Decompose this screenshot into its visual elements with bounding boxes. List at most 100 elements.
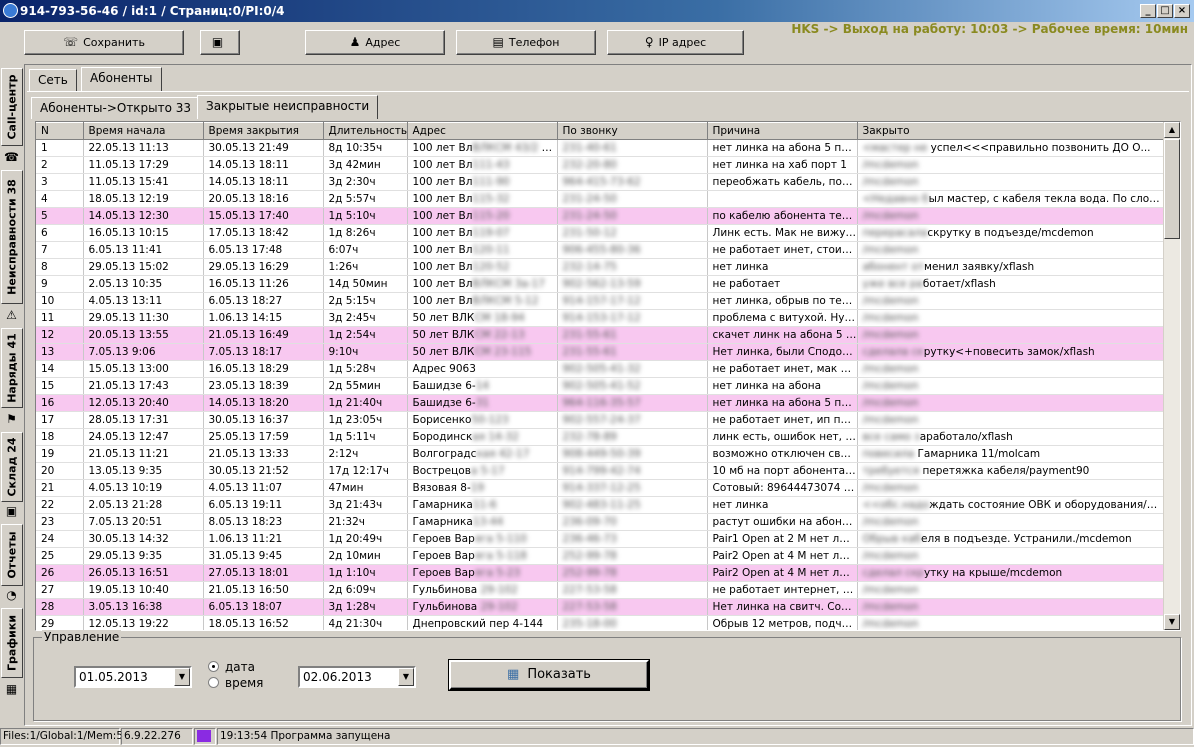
table-row[interactable]: 16 12.05.13 20:40 14.05.13 18:20 1д 21:40ч Б… [36,394,1165,412]
cell-reason-text: растут ошибки на абонен... [712,516,857,528]
cell-n: 8 [36,258,84,276]
cell-closed: /mcdemon [857,598,1165,616]
save-icon: ☏ [63,35,79,49]
cell-duration: 1д 20:49ч [323,530,408,548]
radio-time[interactable]: время [208,676,263,690]
cell-n: 18 [36,428,84,446]
cell-duration: 1д 1:10ч [323,564,408,582]
table-row[interactable]: 5 14.05.13 12:30 15.05.13 17:40 1д 5:10ч 100… [36,207,1165,225]
table-row[interactable]: 21 4.05.13 10:19 4.05.13 11:07 47мин Вязовая… [36,479,1165,497]
calendar-icon: ▦ [507,667,520,682]
vtab-charts[interactable]: Графики [1,608,23,678]
vtab-reports[interactable]: Отчеты [1,524,23,586]
cell-address: Адрес 9063 [407,360,558,378]
cell-start: 18.05.13 12:19 [83,190,204,208]
phone-button[interactable]: ▤ Телефон [456,30,596,55]
table-row[interactable]: 15 21.05.13 17:43 23.05.13 18:39 2д 55мин Ба… [36,377,1165,395]
column-header[interactable]: Длительность [323,122,408,140]
tab-open-faults[interactable]: Абоненты->Открыто 33 [31,97,201,119]
table-row[interactable]: 17 28.05.13 17:31 30.05.13 16:37 1д 23:05ч Б… [36,411,1165,429]
date-from-combo[interactable]: 01.05.2013 ▼ [74,666,192,688]
cell-address-text: ВЛКСМ 3а-17 [472,278,545,290]
cell-start-text: 30.05.13 14:32 [88,533,169,545]
table-row[interactable]: 23 7.05.13 20:51 8.05.13 18:23 21:32ч Гамарн… [36,513,1165,531]
vertical-scrollbar[interactable]: ▲ ▼ [1163,122,1180,630]
vtab-faults[interactable]: Неисправности 38 [1,170,23,304]
tool-button[interactable]: ▣ [200,30,240,55]
vtab-orders[interactable]: Наряды 41 [1,328,23,408]
radio-date[interactable]: дата [208,660,255,674]
table-row[interactable]: 20 13.05.13 9:35 30.05.13 21:52 17д 12:17ч В… [36,462,1165,480]
address-button[interactable]: ♟ Адрес [305,30,445,55]
column-header[interactable]: Закрыто [857,122,1165,140]
column-header[interactable]: Время начала [83,122,204,140]
table-row[interactable]: 7 6.05.13 11:41 6.05.13 17:48 6:07ч 100 лет … [36,241,1165,259]
vtab-warehouse[interactable]: Склад 24 [1,432,23,502]
table-row[interactable]: 14 15.05.13 13:00 16.05.13 18:29 1д 5:28ч Ад… [36,360,1165,378]
cell-closed: /mcdemon [857,513,1165,531]
table-row[interactable]: 11 29.05.13 11:30 1.06.13 14:15 3д 2:45ч 50 … [36,309,1165,327]
tab-subscribers[interactable]: Абоненты [81,67,162,91]
cell-n: 22 [36,496,84,514]
radio-time-dot[interactable] [208,677,219,688]
cell-address-text: Бородинск [412,431,473,443]
tab-closed-faults[interactable]: Закрытые неисправности [197,95,379,119]
column-header[interactable]: Адрес [407,122,558,140]
table-row[interactable]: 26 26.05.13 16:51 27.05.13 18:01 1д 1:10ч Ге… [36,564,1165,582]
table-row[interactable]: 18 24.05.13 12:47 25.05.13 17:59 1д 5:11ч Бо… [36,428,1165,446]
table-row[interactable]: 25 29.05.13 9:35 31.05.13 9:45 2д 10мин Геро… [36,547,1165,565]
scroll-down-arrow[interactable]: ▼ [1164,614,1180,630]
save-button[interactable]: ☏ Сохранить [24,30,184,55]
cell-address: 50 лет ВЛКСМ 23-115 [407,343,558,361]
table-row[interactable]: 28 3.05.13 16:38 6.05.13 18:07 3д 1:28ч Гуль… [36,598,1165,616]
table-row[interactable]: 9 2.05.13 10:35 16.05.13 11:26 14д 50мин 100… [36,275,1165,293]
table-row[interactable]: 4 18.05.13 12:19 20.05.13 18:16 2д 5:57ч 100… [36,190,1165,208]
table-row[interactable]: 10 4.05.13 13:11 6.05.13 18:27 2д 5:15ч 100 … [36,292,1165,310]
table-row[interactable]: 24 30.05.13 14:32 1.06.13 11:21 1д 20:49ч Ге… [36,530,1165,548]
ip-address-button[interactable]: ♀ IP адрес [607,30,744,55]
column-header[interactable]: Причина [707,122,858,140]
cell-end: 20.05.13 18:16 [203,190,324,208]
column-header[interactable]: По звонку [557,122,708,140]
table-row[interactable]: 22 2.05.13 21:28 6.05.13 19:11 3д 21:43ч Гам… [36,496,1165,514]
chevron-down-icon[interactable]: ▼ [398,668,414,686]
chevron-down-icon[interactable]: ▼ [174,668,190,686]
radio-date-dot[interactable] [208,661,219,672]
faults-grid[interactable]: N Время начала Время закрытия Длительность А… [35,121,1181,631]
show-button[interactable]: ▦ Показать [448,659,650,691]
cell-duration: 1д 5:10ч [323,207,408,225]
table-row[interactable]: 8 29.05.13 15:02 29.05.13 16:29 1:26ч 100 ле… [36,258,1165,276]
table-row[interactable]: 2 11.05.13 17:29 14.05.13 18:11 3д 42мин 100… [36,156,1165,174]
cell-address-text: Адрес 9063 [412,363,476,375]
table-row[interactable]: 6 16.05.13 10:15 17.05.13 18:42 1д 8:26ч 100… [36,224,1165,242]
table-row[interactable]: 1 22.05.13 11:13 30.05.13 21:49 8д 10:35ч 10… [36,139,1165,157]
close-button[interactable]: × [1174,4,1190,18]
scroll-up-arrow[interactable]: ▲ [1164,122,1180,138]
status-bar: Files:1/Global:1/Mem:5 6.9.22.276 19:13:… [0,726,1194,746]
cell-end-text: 14.05.13 18:11 [208,159,289,171]
maximize-button[interactable]: □ [1157,4,1173,18]
tab-network[interactable]: Сеть [29,69,77,91]
cell-call: 914-799-42-74 [557,462,708,480]
cell-n: 24 [36,530,84,548]
scroll-thumb[interactable] [1164,139,1180,239]
cell-n-text: 15 [41,380,55,392]
column-header[interactable]: Время закрытия [203,122,324,140]
date-to-combo[interactable]: 02.06.2013 ▼ [298,666,416,688]
table-row[interactable]: 29 12.05.13 19:22 18.05.13 16:52 4д 21:30ч Д… [36,615,1165,630]
cell-address-text: Гульбинова [412,601,478,613]
table-row[interactable]: 12 20.05.13 13:55 21.05.13 16:49 1д 2:54ч 50… [36,326,1165,344]
cell-end: 8.05.13 18:23 [203,513,324,531]
cell-n-text: 6 [41,227,48,239]
table-row[interactable]: 19 21.05.13 11:21 21.05.13 13:33 2:12ч Волго… [36,445,1165,463]
table-row[interactable]: 27 19.05.13 10:40 21.05.13 16:50 2д 6:09ч Гу… [36,581,1165,599]
minimize-button[interactable]: _ [1140,4,1156,18]
table-row[interactable]: 3 11.05.13 15:41 14.05.13 18:11 3д 2:30ч 100… [36,173,1165,191]
table-row[interactable]: 13 7.05.13 9:06 7.05.13 18:17 9:10ч 50 лет В… [36,343,1165,361]
column-header[interactable]: N [36,122,84,140]
cell-n-text: 23 [41,516,55,528]
cell-address: Гамарника11-6 [407,496,558,514]
vtab-call-center[interactable]: Call-центр [1,68,23,146]
cell-closed: перерасаласкрутку в подъезде/mcdemon [857,224,1165,242]
cell-call: 231-55-61 [557,326,708,344]
